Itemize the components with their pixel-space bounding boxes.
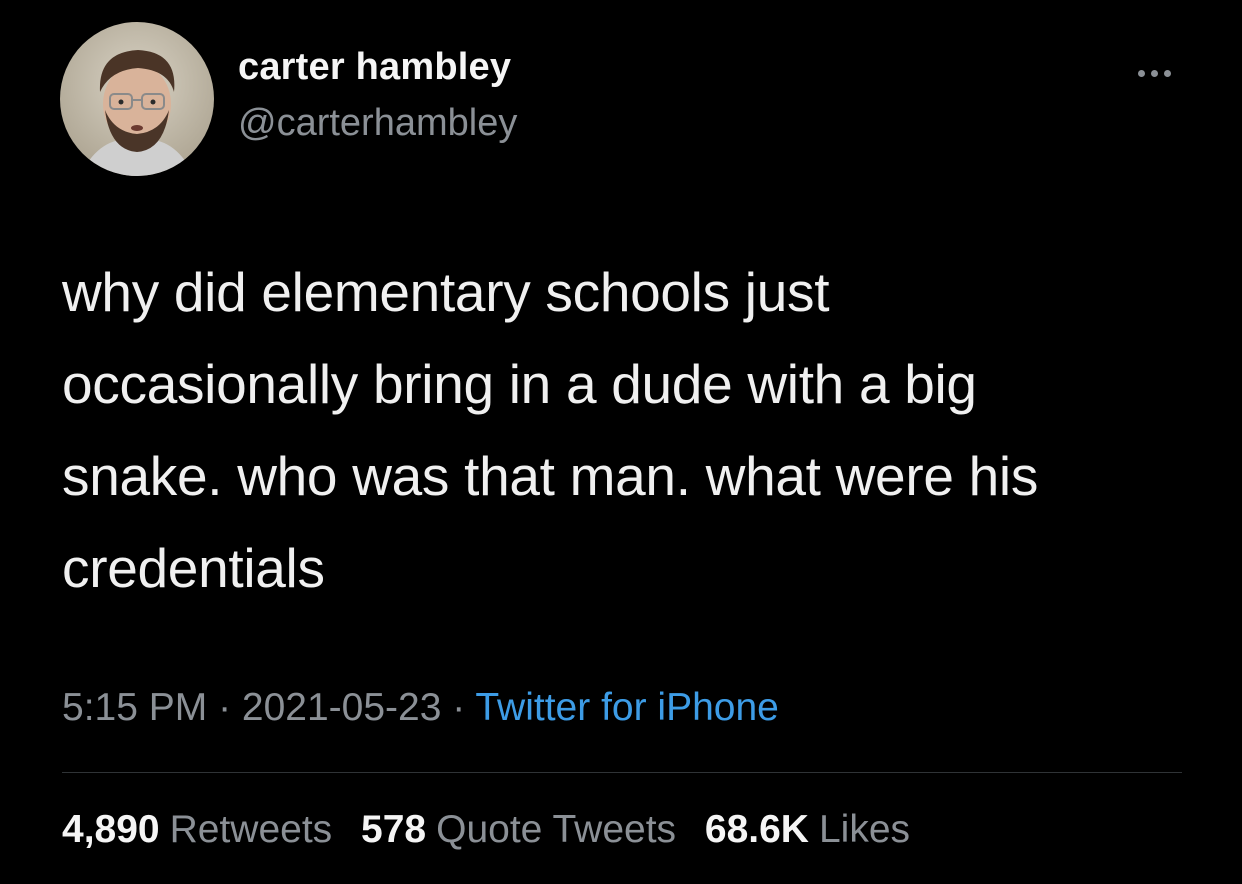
likes-count: 68.6K [704,808,809,851]
user-handle[interactable]: @carterhambley [238,102,517,145]
tweet-time[interactable]: 5:15 PM [62,686,207,729]
more-horizontal-icon-dot [1150,69,1158,77]
tweet-source-link[interactable]: Twitter for iPhone [475,686,778,729]
divider [62,772,1182,773]
meta-separator: · [218,686,242,729]
more-horizontal-icon [1137,69,1145,77]
tweet-text-line: why did elementary schools just [62,261,830,323]
more-options-button[interactable] [1128,60,1180,86]
tweet-text-line: snake. who was that man. what were his [62,445,1039,507]
avatar-image [60,22,214,176]
quote-tweets-stat[interactable]: 578 Quote Tweets [361,808,676,851]
tweet-card: carter hambley @carterhambley why did el… [0,0,1242,884]
tweet-text-line: credentials [62,537,325,599]
likes-label: Likes [818,808,911,851]
tweet-text-line: occasionally bring in a dude with a big [62,353,977,415]
meta-separator: · [452,686,476,729]
likes-stat[interactable]: 68.6K Likes [705,808,910,851]
tweet-stats: 4,890 Retweets 578 Quote Tweets 68.6K Likes [62,808,928,852]
quote-tweets-label: Quote Tweets [436,808,677,851]
tweet-meta: 5:15 PM · 2021-05-23 · Twitter for iPhon… [62,686,779,730]
retweets-count: 4,890 [62,808,160,851]
quote-tweets-count: 578 [361,808,427,851]
more-horizontal-icon-dot [1163,69,1171,77]
retweets-label: Retweets [169,808,333,851]
tweet-text: why did elementary schools just occasion… [62,246,1202,614]
avatar[interactable] [60,22,214,176]
retweets-stat[interactable]: 4,890 Retweets [62,808,332,851]
tweet-date[interactable]: 2021-05-23 [242,686,442,729]
display-name[interactable]: carter hambley [238,46,511,89]
